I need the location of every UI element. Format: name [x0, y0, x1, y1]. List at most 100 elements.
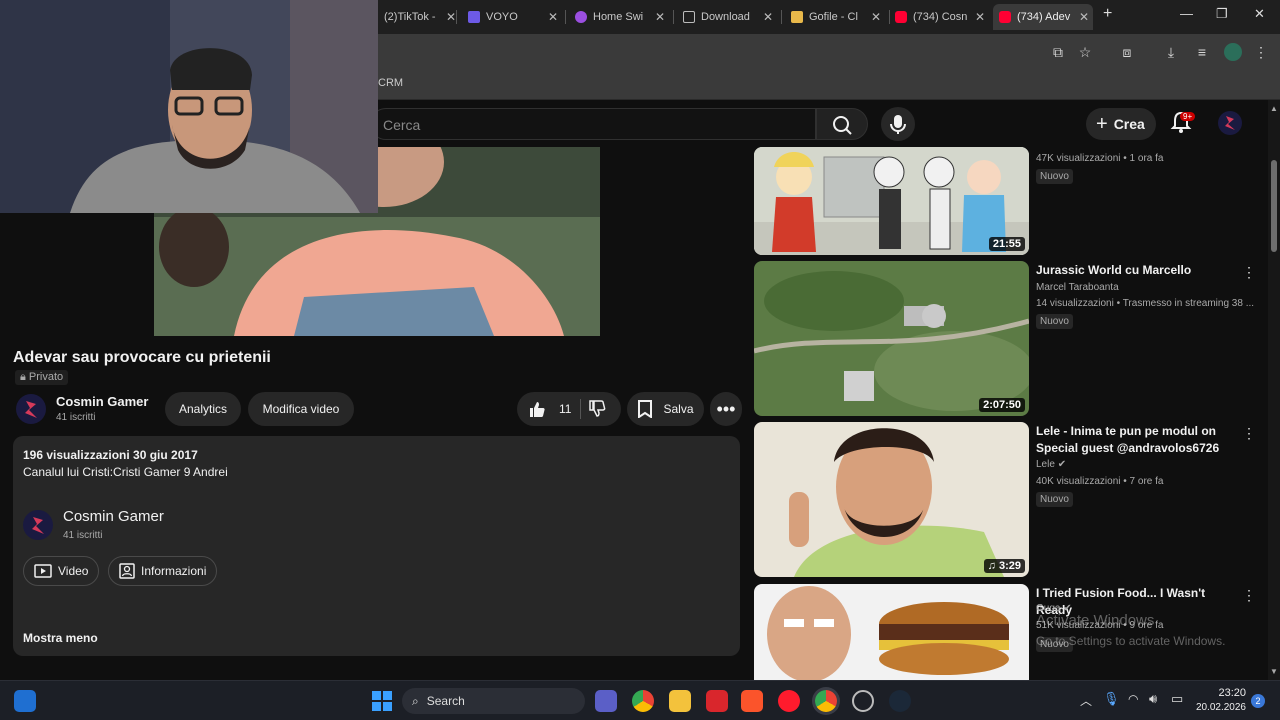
search-button[interactable] [816, 108, 868, 140]
scroll-up-icon[interactable]: ▲ [1270, 104, 1278, 113]
privacy-badge: 🔒︎ Privato [15, 370, 69, 385]
teams-icon[interactable] [595, 690, 617, 712]
tab-voyo[interactable]: VOYO ✕ [462, 4, 562, 30]
rec-title[interactable]: Lele - Inima te pun pe modul on Special … [1036, 423, 1236, 457]
minimize-button[interactable]: — [1180, 6, 1193, 21]
tab-home[interactable]: Home Swi ✕ [569, 4, 669, 30]
rec-channel[interactable]: Lele ✔︎ [1036, 459, 1066, 470]
notifications-button[interactable]: 9+ [1170, 110, 1196, 139]
more-options-icon[interactable]: ⋮ [1242, 264, 1256, 281]
dislike-button[interactable] [587, 399, 607, 422]
about-label: Informazioni [141, 564, 207, 578]
chrome-active-icon[interactable] [815, 690, 837, 712]
battery-icon[interactable]: ▭ [1171, 691, 1183, 707]
rec-title[interactable]: Jurassic World cu Marcello [1036, 262, 1236, 279]
rec-thumbnail[interactable]: 21:55 [754, 147, 1029, 255]
media-control-icon[interactable]: ≡ [1193, 43, 1211, 61]
tab-download-label: Download [701, 11, 750, 23]
menu-kebab-icon[interactable]: ⋮ [1252, 43, 1270, 61]
channel-avatar[interactable] [23, 510, 53, 540]
analytics-button[interactable]: Analytics [165, 392, 241, 426]
like-button[interactable]: 11 [527, 399, 571, 419]
voice-search-button[interactable] [881, 107, 915, 141]
app-red-icon[interactable] [706, 690, 728, 712]
close-icon[interactable]: ✕ [1079, 10, 1089, 24]
webcam-overlay [0, 0, 378, 213]
steam-icon[interactable] [889, 690, 911, 712]
create-button[interactable]: + Crea [1086, 108, 1156, 140]
microphone-icon[interactable]: 🎙︎ [1103, 691, 1120, 707]
close-icon[interactable]: ✕ [655, 10, 665, 24]
account-avatar[interactable] [1218, 111, 1242, 135]
brave-icon[interactable] [741, 690, 763, 712]
activation-watermark-text: Go to Settings to activate Windows. [1036, 634, 1226, 648]
maximize-button[interactable]: ❐ [1216, 6, 1228, 22]
close-icon[interactable]: ✕ [975, 10, 985, 24]
home-swap-icon [575, 11, 587, 23]
windows-logo-icon [372, 691, 392, 711]
more-options-icon[interactable]: ⋮ [1242, 587, 1256, 604]
scrollbar-thumb[interactable] [1271, 160, 1277, 252]
settings-gear-icon[interactable] [852, 690, 874, 712]
like-dislike-group: 11 [517, 392, 621, 426]
video-duration: ♫ 3:29 [983, 559, 1025, 573]
notification-center-badge[interactable]: 2 [1251, 694, 1265, 708]
search-input[interactable]: Cerca [370, 108, 816, 140]
file-explorer-icon[interactable] [669, 690, 691, 712]
close-icon[interactable]: ✕ [871, 10, 881, 24]
page-scrollbar[interactable]: ▲ ▼ [1268, 100, 1280, 680]
taskbar-search[interactable]: ⌕ Search [402, 688, 585, 714]
clock-time[interactable]: 23:20 [1194, 687, 1246, 699]
install-app-icon[interactable]: ⧉ [1049, 43, 1067, 61]
profile-avatar[interactable] [1224, 43, 1242, 61]
extensions-icon[interactable]: ⧈ [1118, 43, 1136, 61]
bookmark-star-icon[interactable]: ☆ [1076, 43, 1094, 61]
bookmark-crm[interactable]: CRM [378, 77, 403, 89]
new-tab-button[interactable]: + [1103, 5, 1112, 23]
start-button[interactable] [371, 690, 393, 717]
close-icon[interactable]: ✕ [763, 10, 773, 24]
about-tab-button[interactable]: Informazioni [108, 556, 218, 586]
videos-tab-button[interactable]: Video [23, 556, 100, 586]
description-box[interactable]: 196 visualizzazioni 30 giu 2017 Canalul … [13, 436, 740, 656]
close-icon[interactable]: ✕ [446, 10, 456, 24]
chrome-icon[interactable] [632, 690, 654, 712]
description-channel-name[interactable]: Cosmin Gamer [63, 508, 164, 525]
search-icon [833, 116, 852, 135]
tab-tiktok-label: (2)TikTok - [384, 11, 436, 23]
widgets-icon[interactable] [14, 690, 36, 712]
rec-thumbnail[interactable] [754, 584, 1029, 680]
tab-tiktok[interactable]: (2)TikTok - ✕ [378, 4, 460, 30]
new-badge: Nuovo [1036, 314, 1073, 329]
tab-gofile[interactable]: Gofile - Cl ✕ [785, 4, 885, 30]
tab-home-label: Home Swi [593, 11, 644, 23]
lock-icon: 🔒︎ [20, 371, 29, 383]
close-icon[interactable]: ✕ [548, 10, 558, 24]
rec-channel[interactable]: Marcel Taraboanta [1036, 282, 1119, 293]
videos-label: Video [58, 564, 89, 578]
show-less-link[interactable]: Mostra meno [23, 631, 98, 645]
wifi-icon[interactable]: ◠ [1128, 692, 1138, 706]
tab-youtube-cosmin-label: (734) Cosn [913, 11, 968, 23]
gofile-icon [791, 11, 803, 23]
rec-thumbnail[interactable]: 2:07:50 [754, 261, 1029, 416]
tab-youtube-active[interactable]: (734) Adev ✕ [993, 4, 1093, 30]
more-options-icon[interactable]: ⋮ [1242, 425, 1256, 442]
chevron-up-icon[interactable]: ︿ [1080, 692, 1092, 709]
tab-download[interactable]: Download ✕ [677, 4, 777, 30]
more-actions-icon[interactable]: ••• [710, 392, 742, 426]
tab-youtube-cosmin[interactable]: (734) Cosn ✕ [889, 4, 989, 30]
clock-date[interactable]: 20.02.2026 [1186, 702, 1246, 713]
opera-icon[interactable] [778, 690, 800, 712]
download-icon[interactable]: ⤓ [1162, 43, 1180, 61]
save-button[interactable]: Salva [627, 392, 704, 426]
rec-thumbnail[interactable]: ♫ 3:29 [754, 422, 1029, 577]
video-duration-value: 3:29 [998, 560, 1021, 572]
volume-icon[interactable]: 🔊︎ [1149, 691, 1157, 707]
channel-name[interactable]: Cosmin Gamer [56, 394, 148, 409]
close-window-button[interactable]: ✕ [1254, 6, 1265, 22]
scroll-down-icon[interactable]: ▼ [1270, 667, 1278, 676]
create-label: Crea [1113, 116, 1145, 132]
edit-video-button[interactable]: Modifica video [248, 392, 354, 426]
channel-avatar[interactable] [16, 394, 46, 424]
